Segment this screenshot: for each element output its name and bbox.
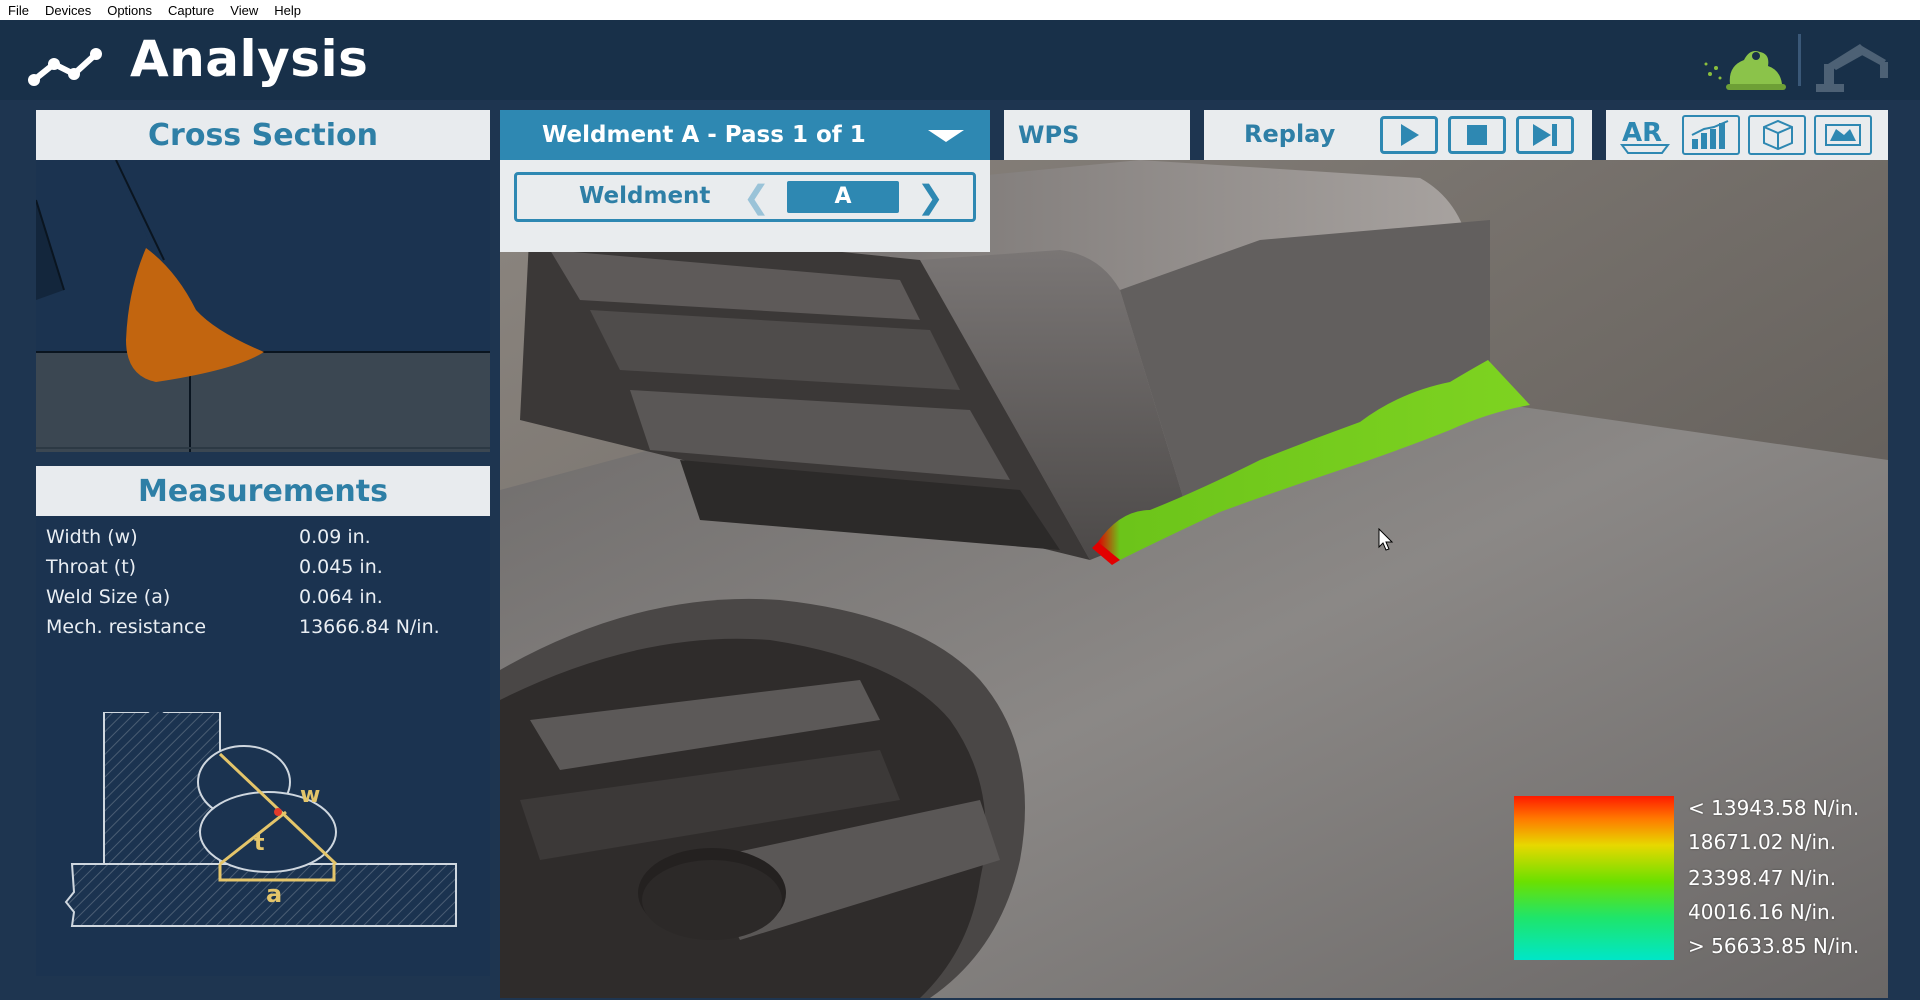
legend-label: 18671.02 N/in. xyxy=(1688,830,1837,854)
diagram-label-a: a xyxy=(266,880,282,908)
weldment-selector: Weldment ❮ A ❯ xyxy=(514,172,976,222)
skip-to-end-button[interactable] xyxy=(1516,116,1574,154)
menu-devices[interactable]: Devices xyxy=(37,3,99,18)
play-button[interactable] xyxy=(1380,116,1438,154)
fillet-weld-diagram: w t a xyxy=(64,712,457,927)
mouse-cursor-icon xyxy=(1378,528,1394,551)
menu-bar: File Devices Options Capture View Help xyxy=(0,0,1920,20)
bar-chart-icon xyxy=(1691,120,1729,149)
measurement-value: 0.064 in. xyxy=(299,586,383,608)
skip-to-end-icon xyxy=(1533,124,1557,146)
cross-section-title: Cross Section xyxy=(36,110,490,160)
menu-options[interactable]: Options xyxy=(99,3,160,18)
weldment-selector-label: Weldment xyxy=(579,183,711,209)
diagram-label-w: w xyxy=(300,783,320,808)
measurement-value: 13666.84 N/in. xyxy=(299,616,440,638)
robot-arm-icon[interactable] xyxy=(1810,34,1900,96)
view-mode-controls: AR xyxy=(1606,110,1888,160)
layers-icon xyxy=(1825,124,1861,146)
color-scale-legend xyxy=(1514,796,1674,960)
frog-icon[interactable] xyxy=(1700,36,1790,96)
measurements-panel: Width (w) 0.09 in. Throat (t) 0.045 in. … xyxy=(36,516,490,976)
menu-help[interactable]: Help xyxy=(266,3,309,18)
chevron-left-icon[interactable]: ❮ xyxy=(743,181,770,213)
chart-view-button[interactable] xyxy=(1682,115,1740,155)
measurement-row-mech-resistance: Mech. resistance 13666.84 N/in. xyxy=(46,616,486,646)
3d-viewport[interactable] xyxy=(500,160,1888,998)
menu-file[interactable]: File xyxy=(0,3,37,18)
measurement-row-width: Width (w) 0.09 in. xyxy=(46,526,486,556)
chevron-down-icon xyxy=(928,130,964,142)
measurements-title: Measurements xyxy=(36,466,490,516)
legend-label: 40016.16 N/in. xyxy=(1688,900,1837,924)
replay-controls: Replay xyxy=(1204,110,1592,160)
replay-label: Replay xyxy=(1244,120,1336,148)
wps-label: WPS xyxy=(1018,121,1080,149)
cross-section-drawing xyxy=(36,160,490,452)
cube-icon xyxy=(1763,119,1793,151)
measurement-row-weld-size: Weld Size (a) 0.064 in. xyxy=(46,586,486,616)
svg-text:AR: AR xyxy=(1622,118,1662,148)
measurement-label: Width (w) xyxy=(46,526,138,548)
stop-button[interactable] xyxy=(1448,116,1506,154)
measurement-label: Throat (t) xyxy=(46,556,137,578)
stop-icon xyxy=(1467,125,1487,145)
measurement-value: 0.09 in. xyxy=(299,526,371,548)
3d-view-button[interactable] xyxy=(1748,115,1806,155)
wps-button[interactable]: WPS xyxy=(1004,110,1190,160)
weldment-selector-panel: Weldment ❮ A ❯ xyxy=(500,160,990,252)
measurement-row-throat: Throat (t) 0.045 in. xyxy=(46,556,486,586)
analysis-graph-icon xyxy=(28,48,102,86)
menu-capture[interactable]: Capture xyxy=(160,3,222,18)
play-icon xyxy=(1401,124,1419,146)
diagram-label-t: t xyxy=(254,831,265,856)
app-header: Analysis xyxy=(0,20,1920,100)
layers-view-button[interactable] xyxy=(1814,115,1872,155)
ar-button[interactable]: AR xyxy=(1616,115,1674,155)
ar-icon: AR xyxy=(1620,118,1670,154)
legend-label: 23398.47 N/in. xyxy=(1688,866,1837,890)
header-divider xyxy=(1798,34,1801,86)
chevron-right-icon[interactable]: ❯ xyxy=(917,181,944,213)
weldment-pass-label: Weldment A - Pass 1 of 1 xyxy=(542,122,866,148)
measurement-value: 0.045 in. xyxy=(299,556,383,578)
legend-label: < 13943.58 N/in. xyxy=(1688,796,1860,820)
app-window: Analysis Cross Section Measurements Widt… xyxy=(0,20,1920,1000)
cross-section-view xyxy=(36,160,490,452)
legend-label: > 56633.85 N/in. xyxy=(1688,934,1860,958)
weldment-selector-value[interactable]: A xyxy=(787,181,899,213)
weld-3d-render xyxy=(500,160,1888,998)
weldment-pass-dropdown[interactable]: Weldment A - Pass 1 of 1 xyxy=(500,110,990,160)
measurement-label: Mech. resistance xyxy=(46,616,207,638)
menu-view[interactable]: View xyxy=(222,3,266,18)
measurement-label: Weld Size (a) xyxy=(46,586,171,608)
page-title: Analysis xyxy=(130,30,369,88)
